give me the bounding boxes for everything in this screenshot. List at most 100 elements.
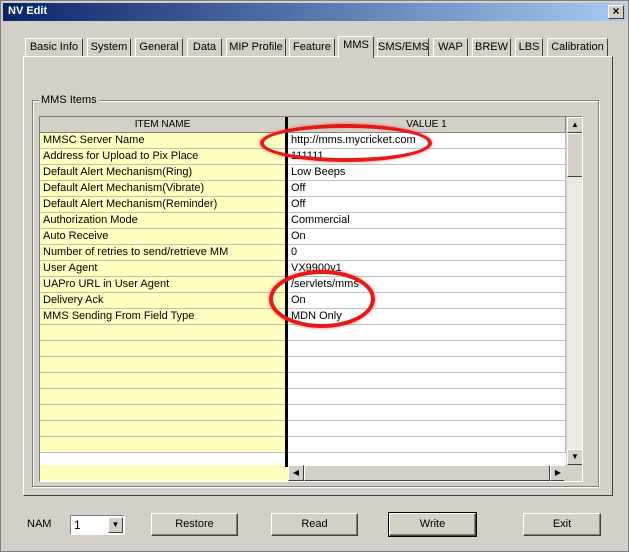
table-row[interactable]: MMSC Server Name http://mms.mycricket.com bbox=[40, 133, 566, 149]
item-value-cell[interactable]: 0 bbox=[288, 245, 566, 261]
nam-dropdown[interactable]: 1 ▼ bbox=[70, 515, 125, 535]
item-name-cell bbox=[40, 437, 286, 453]
item-name-cell bbox=[40, 357, 286, 373]
item-name-cell: Default Alert Mechanism(Vibrate) bbox=[40, 181, 286, 197]
table-row[interactable]: Delivery Ack On bbox=[40, 293, 566, 309]
item-name-cell: MMS Sending From Field Type bbox=[40, 309, 286, 325]
grid-footer-blank bbox=[40, 465, 288, 481]
tab-data[interactable]: Data bbox=[187, 38, 222, 56]
read-button[interactable]: Read bbox=[271, 513, 358, 536]
item-name-cell bbox=[40, 341, 286, 357]
table-row[interactable] bbox=[40, 373, 566, 389]
item-name-cell: Address for Upload to Pix Place bbox=[40, 149, 286, 165]
scroll-up-button[interactable]: ▲ bbox=[567, 117, 582, 133]
table-row[interactable]: User Agent VX9900v1 bbox=[40, 261, 566, 277]
table-row[interactable] bbox=[40, 357, 566, 373]
header-value-1[interactable]: VALUE 1 bbox=[288, 117, 566, 133]
item-name-cell bbox=[40, 325, 286, 341]
item-value-cell[interactable]: Low Beeps bbox=[288, 165, 566, 181]
item-name-cell bbox=[40, 373, 286, 389]
horizontal-scroll-thumb[interactable] bbox=[304, 465, 550, 481]
item-value-cell[interactable]: MDN Only bbox=[288, 309, 566, 325]
close-button[interactable]: × bbox=[608, 5, 624, 19]
group-label: MMS Items bbox=[39, 93, 99, 107]
table-row[interactable]: MMS Sending From Field Type MDN Only bbox=[40, 309, 566, 325]
table-row[interactable]: Auto Receive On bbox=[40, 229, 566, 245]
tab-mms[interactable]: MMS bbox=[338, 36, 374, 58]
nam-label: NAM bbox=[27, 518, 52, 530]
item-name-cell: Number of retries to send/retrieve MM bbox=[40, 245, 286, 261]
item-value-cell[interactable]: /servlets/mms bbox=[288, 277, 566, 293]
tab-brew[interactable]: BREW bbox=[472, 38, 511, 56]
mms-items-grid[interactable]: ITEM NAME VALUE 1 MMSC Server Name http:/… bbox=[39, 116, 583, 482]
column-divider[interactable] bbox=[285, 117, 288, 467]
item-name-cell: UAPro URL in User Agent bbox=[40, 277, 286, 293]
table-row[interactable]: Default Alert Mechanism(Ring) Low Beeps bbox=[40, 165, 566, 181]
item-name-cell: Auto Receive bbox=[40, 229, 286, 245]
table-row[interactable]: Default Alert Mechanism(Reminder) Off bbox=[40, 197, 566, 213]
item-value-cell[interactable]: Commercial bbox=[288, 213, 566, 229]
item-name-cell: Delivery Ack bbox=[40, 293, 286, 309]
exit-button[interactable]: Exit bbox=[523, 513, 601, 536]
tab-wap[interactable]: WAP bbox=[433, 38, 468, 56]
table-row[interactable]: Number of retries to send/retrieve MM 0 bbox=[40, 245, 566, 261]
chevron-down-icon[interactable]: ▼ bbox=[108, 517, 123, 533]
tab-feature[interactable]: Feature bbox=[289, 38, 335, 56]
item-value-cell[interactable] bbox=[288, 341, 566, 357]
tab-lbs[interactable]: LBS bbox=[515, 38, 543, 56]
item-value-cell[interactable]: http://mms.mycricket.com bbox=[288, 133, 566, 149]
table-row[interactable]: UAPro URL in User Agent/servlets/mms bbox=[40, 277, 566, 293]
table-row[interactable] bbox=[40, 341, 566, 357]
item-value-cell[interactable] bbox=[288, 437, 566, 453]
item-value-cell[interactable]: Off bbox=[288, 181, 566, 197]
item-value-cell[interactable] bbox=[288, 421, 566, 437]
tab-calibration[interactable]: Calibration bbox=[547, 38, 608, 56]
tab-general[interactable]: General bbox=[135, 38, 183, 56]
vertical-scroll-thumb[interactable] bbox=[567, 133, 582, 177]
scroll-corner bbox=[564, 465, 582, 481]
tab-mip-profile[interactable]: MIP Profile bbox=[226, 38, 286, 56]
item-name-cell bbox=[40, 405, 286, 421]
tab-system[interactable]: System bbox=[87, 38, 131, 56]
item-value-cell[interactable]: VX9900v1 bbox=[288, 261, 566, 277]
item-name-cell: MMSC Server Name bbox=[40, 133, 286, 149]
restore-button[interactable]: Restore bbox=[151, 513, 238, 536]
title-bar[interactable]: NV Edit × bbox=[3, 3, 626, 21]
item-name-cell bbox=[40, 389, 286, 405]
table-row[interactable]: Address for Upload to Pix Place 111111 bbox=[40, 149, 566, 165]
window-title: NV Edit bbox=[8, 5, 48, 17]
grid-rows: MMSC Server Name http://mms.mycricket.com… bbox=[40, 133, 566, 453]
item-value-cell[interactable] bbox=[288, 405, 566, 421]
item-value-cell[interactable] bbox=[288, 389, 566, 405]
item-value-cell[interactable]: 111111 bbox=[288, 149, 566, 165]
header-item-name[interactable]: ITEM NAME bbox=[40, 117, 286, 133]
vertical-scrollbar[interactable]: ▲ ▼ bbox=[566, 117, 582, 465]
item-name-cell: Default Alert Mechanism(Ring) bbox=[40, 165, 286, 181]
item-value-cell[interactable]: Off bbox=[288, 197, 566, 213]
item-value-cell[interactable] bbox=[288, 325, 566, 341]
table-row[interactable] bbox=[40, 325, 566, 341]
tab-sms-ems[interactable]: SMS/EMS bbox=[377, 38, 429, 56]
item-value-cell[interactable]: On bbox=[288, 229, 566, 245]
nam-selected-value: 1 bbox=[74, 518, 81, 532]
scroll-down-button[interactable]: ▼ bbox=[567, 449, 582, 465]
item-name-cell bbox=[40, 421, 286, 437]
table-row[interactable] bbox=[40, 405, 566, 421]
scroll-left-button[interactable]: ◀ bbox=[288, 465, 304, 481]
item-name-cell: Default Alert Mechanism(Reminder) bbox=[40, 197, 286, 213]
item-value-cell[interactable] bbox=[288, 373, 566, 389]
table-row[interactable]: Default Alert Mechanism(Vibrate) Off bbox=[40, 181, 566, 197]
table-row[interactable] bbox=[40, 421, 566, 437]
nv-edit-window: NV Edit × Basic Info System General Data… bbox=[0, 0, 629, 552]
grid-header: ITEM NAME VALUE 1 bbox=[40, 117, 566, 133]
item-name-cell: User Agent bbox=[40, 261, 286, 277]
table-row[interactable] bbox=[40, 389, 566, 405]
item-value-cell[interactable]: On bbox=[288, 293, 566, 309]
table-row[interactable]: Authorization Mode Commercial bbox=[40, 213, 566, 229]
tab-basic-info[interactable]: Basic Info bbox=[25, 38, 83, 56]
table-row[interactable] bbox=[40, 437, 566, 453]
horizontal-scrollbar[interactable]: ◀ ▶ bbox=[288, 465, 566, 481]
item-value-cell[interactable] bbox=[288, 357, 566, 373]
item-name-cell: Authorization Mode bbox=[40, 213, 286, 229]
write-button[interactable]: Write bbox=[388, 512, 477, 537]
